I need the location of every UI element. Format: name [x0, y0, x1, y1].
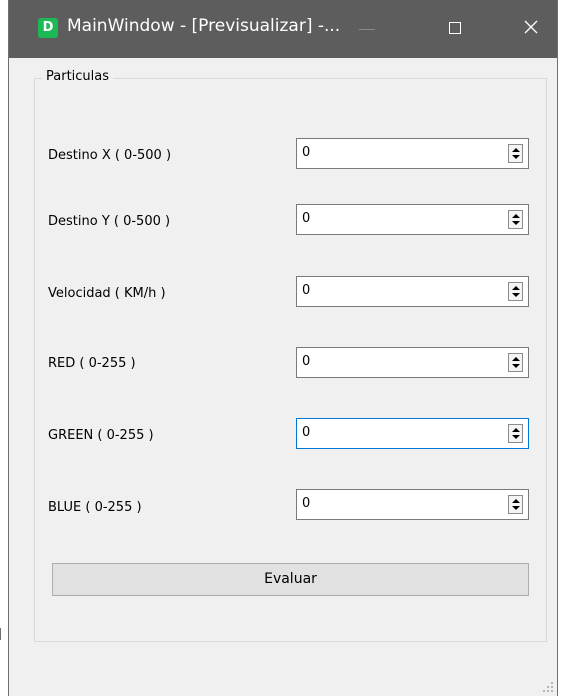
- spin-down-arrow-icon[interactable]: [512, 506, 520, 510]
- spin-down-arrow-icon[interactable]: [512, 293, 520, 297]
- velocidad-label: Velocidad ( KM/h ): [48, 286, 166, 301]
- left-edge-mark: [0, 628, 1, 640]
- minimize-icon: [359, 29, 375, 30]
- velocidad-spinbox[interactable]: 0: [296, 276, 529, 307]
- spin-buttons[interactable]: [508, 424, 523, 443]
- velocidad-value[interactable]: 0: [302, 283, 310, 298]
- destino-x-label: Destino X ( 0-500 ): [48, 148, 172, 163]
- spin-up-arrow-icon[interactable]: [512, 499, 520, 503]
- blue-value[interactable]: 0: [302, 496, 310, 511]
- groupbox-title: Particulas: [42, 69, 114, 84]
- maximize-icon: [449, 22, 461, 34]
- destino-y-value[interactable]: 0: [302, 211, 310, 226]
- spin-buttons[interactable]: [508, 282, 523, 301]
- close-button[interactable]: [504, 0, 557, 58]
- window-title: MainWindow - [Previsualizar] -...: [67, 16, 341, 36]
- spin-buttons[interactable]: [508, 495, 523, 514]
- minimize-button[interactable]: [351, 0, 397, 58]
- spin-up-arrow-icon[interactable]: [512, 286, 520, 290]
- spin-buttons[interactable]: [508, 144, 523, 163]
- blue-spinbox[interactable]: 0: [296, 489, 529, 520]
- red-spinbox[interactable]: 0: [296, 347, 529, 378]
- spin-buttons[interactable]: [508, 210, 523, 229]
- destino-y-spinbox[interactable]: 0: [296, 204, 529, 235]
- spin-down-arrow-icon[interactable]: [512, 435, 520, 439]
- spin-down-arrow-icon[interactable]: [512, 364, 520, 368]
- close-icon: [524, 20, 538, 34]
- app-icon: D: [38, 18, 58, 38]
- maximize-button[interactable]: [433, 0, 479, 58]
- green-label: GREEN ( 0-255 ): [48, 428, 154, 443]
- evaluar-button[interactable]: Evaluar: [52, 563, 529, 596]
- spin-down-arrow-icon[interactable]: [512, 221, 520, 225]
- title-bar[interactable]: D MainWindow - [Previsualizar] -...: [9, 0, 557, 58]
- spin-down-arrow-icon[interactable]: [512, 155, 520, 159]
- spin-buttons[interactable]: [508, 353, 523, 372]
- spin-up-arrow-icon[interactable]: [512, 148, 520, 152]
- destino-x-value[interactable]: 0: [302, 145, 310, 160]
- spin-up-arrow-icon[interactable]: [512, 357, 520, 361]
- main-window: D MainWindow - [Previsualizar] -... Part…: [8, 0, 558, 696]
- spin-up-arrow-icon[interactable]: [512, 214, 520, 218]
- red-value[interactable]: 0: [302, 354, 310, 369]
- destino-y-label: Destino Y ( 0-500 ): [48, 214, 171, 229]
- red-label: RED ( 0-255 ): [48, 356, 136, 371]
- resize-grip-icon[interactable]: [542, 681, 554, 693]
- blue-label: BLUE ( 0-255 ): [48, 500, 142, 515]
- spin-up-arrow-icon[interactable]: [512, 428, 520, 432]
- green-spinbox[interactable]: 0: [296, 418, 529, 449]
- green-value[interactable]: 0: [302, 425, 310, 440]
- destino-x-spinbox[interactable]: 0: [296, 138, 529, 169]
